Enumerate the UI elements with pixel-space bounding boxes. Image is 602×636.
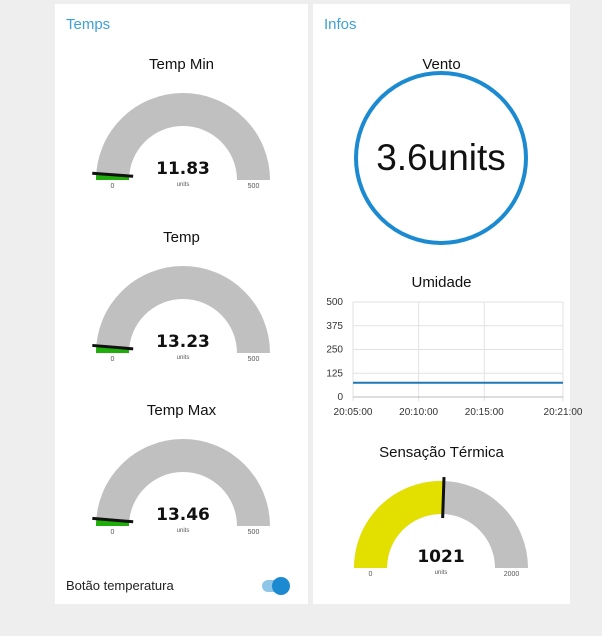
temp-max-gauge: 13.46 units 0 500 (92, 439, 270, 536)
temperature-toggle-row: Botão temperatura (66, 577, 298, 597)
infos-card: Infos Vento 3.6units Umidade 0 125 250 375 5… (313, 4, 583, 604)
sensacao-gauge-units: units (435, 570, 448, 576)
sensacao-gauge-max: 2000 (504, 571, 520, 578)
temp-max-gauge-units: units (177, 528, 190, 534)
sensacao-gauge: 1021 units 0 2000 (354, 477, 528, 578)
toggle-knob[interactable] (272, 577, 290, 595)
temp-max-gauge-min: 0 (111, 529, 115, 536)
temp-max-gauge-value: 13.46 (156, 505, 210, 525)
temperature-toggle-label: Botão temperatura (66, 578, 174, 593)
temperature-toggle[interactable] (262, 577, 290, 595)
sensacao-gauge-needle (441, 477, 446, 519)
sensacao-gauge-value: 1021 (417, 547, 464, 567)
temps-card: Temps Temp Min 11.83 units 0 500 Temp 13.23… (55, 4, 308, 604)
temp-max-gauge-max: 500 (248, 529, 260, 536)
sensacao-gauge-min: 0 (369, 571, 373, 578)
